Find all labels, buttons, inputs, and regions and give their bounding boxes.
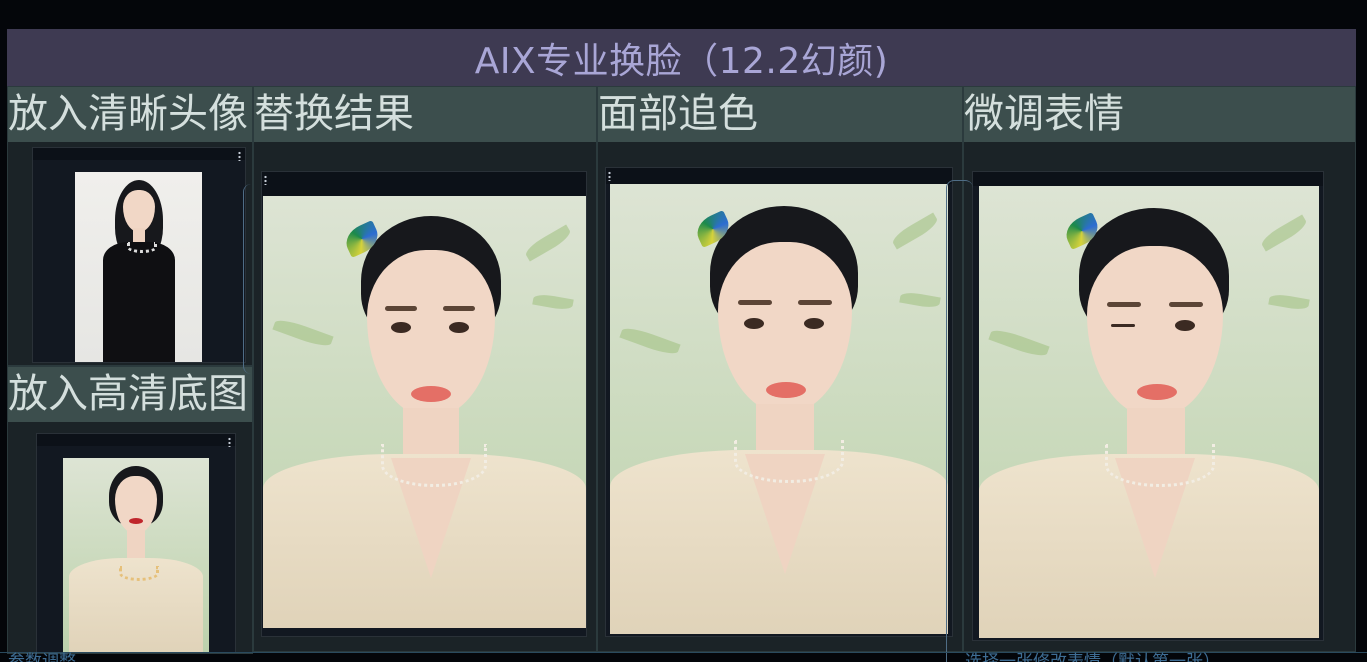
app-title: AIX专业换脸（12.2幻颜) [7, 29, 1356, 86]
expression-panel: 微调表情 [963, 86, 1356, 652]
expression-image-slot[interactable] [972, 171, 1324, 641]
face-input-title: 放入清晰头像 [8, 87, 252, 142]
face-color-title: 面部追色 [598, 87, 962, 142]
menu-dots-icon[interactable] [264, 175, 267, 185]
base-input-panel: 放入高清底图 [7, 366, 253, 654]
swap-result-image-slot[interactable] [261, 171, 587, 637]
expression-photo [979, 186, 1319, 638]
swap-result-title: 替换结果 [254, 87, 596, 142]
menu-dots-icon[interactable] [228, 437, 231, 447]
node-connector [243, 184, 262, 374]
frame-toolbar [37, 434, 235, 446]
frame-toolbar [33, 148, 245, 160]
node-connector [946, 180, 973, 662]
menu-dots-icon[interactable] [238, 151, 241, 161]
base-input-image-slot[interactable] [36, 433, 236, 653]
swap-result-panel: 替换结果 [253, 86, 597, 652]
face-color-image-slot[interactable] [605, 167, 953, 637]
face-input-image-slot[interactable] [32, 147, 246, 363]
face-color-panel: 面部追色 [597, 86, 963, 652]
base-input-photo [63, 458, 209, 652]
base-input-title: 放入高清底图 [8, 367, 252, 422]
frame-toolbar [973, 172, 1323, 186]
face-input-panel: 放入清晰头像 [7, 86, 253, 366]
swap-result-photo [263, 196, 586, 628]
face-color-photo [610, 184, 948, 634]
face-input-photo [75, 172, 202, 362]
menu-dots-icon[interactable] [608, 171, 611, 181]
frame-toolbar [606, 168, 952, 184]
params-label: 参数调整 [8, 652, 76, 662]
frame-toolbar [262, 172, 586, 196]
expression-select-note: 选择一张修改表情（默认第一张） [965, 652, 1220, 662]
expression-title: 微调表情 [964, 87, 1355, 142]
workflow-canvas: AIX专业换脸（12.2幻颜) 放入清晰头像 放入高清底图 替换结果 面部追色 … [0, 0, 1367, 662]
